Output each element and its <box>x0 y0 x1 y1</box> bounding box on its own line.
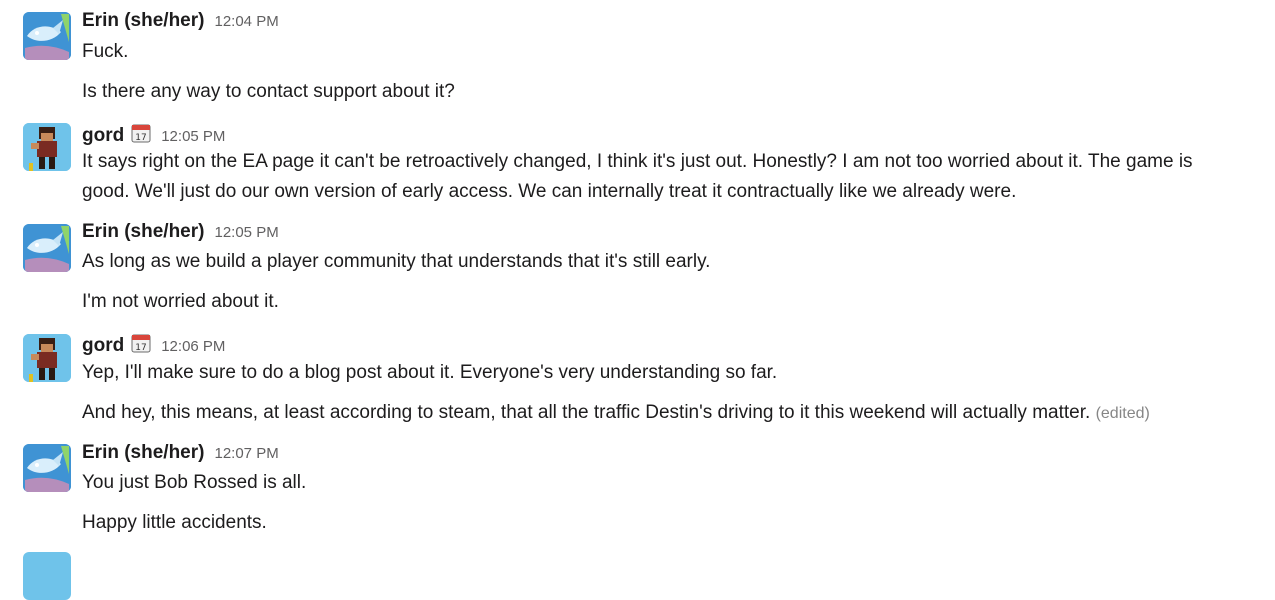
message-header: Erin (she/her) 12:07 PM <box>82 442 279 466</box>
message-header: gord 17 12:06 PM <box>82 331 225 357</box>
avatar[interactable] <box>23 334 71 382</box>
svg-text:17: 17 <box>135 133 146 143</box>
message-text: You just Bob Rossed is all. <box>82 472 307 493</box>
pixel-character-avatar-icon <box>23 123 71 171</box>
fish-avatar-icon <box>23 12 71 60</box>
message-text: As long as we build a player community t… <box>82 251 711 272</box>
message-header: Erin (she/her) 12:04 PM <box>82 10 279 34</box>
timestamp[interactable]: 12:04 PM <box>214 13 278 30</box>
message-header: Erin (she/her) 12:05 PM <box>82 221 279 245</box>
avatar[interactable] <box>23 224 71 272</box>
timestamp[interactable]: 12:05 PM <box>214 224 278 241</box>
avatar[interactable] <box>23 444 71 492</box>
message-text: Yep, I'll make sure to do a blog post ab… <box>82 362 778 383</box>
fish-avatar-icon <box>23 224 71 272</box>
message-text-edited: And hey, this means, at least according … <box>82 398 1150 429</box>
author-name[interactable]: Erin (she/her) <box>82 221 204 243</box>
message-text: It says right on the EA page it can't be… <box>82 151 1193 172</box>
svg-text:17: 17 <box>135 343 146 353</box>
message-text: Happy little accidents. <box>82 512 267 533</box>
fish-avatar-icon <box>23 444 71 492</box>
edited-label: (edited) <box>1095 405 1150 422</box>
message-text: Is there any way to contact support abou… <box>82 81 455 102</box>
message-header: gord 17 12:05 PM <box>82 121 225 147</box>
author-name[interactable]: Erin (she/her) <box>82 442 204 464</box>
author-name[interactable]: Erin (she/her) <box>82 10 204 32</box>
author-name[interactable]: gord <box>82 335 124 357</box>
message-text: And hey, this means, at least according … <box>82 402 1091 423</box>
timestamp[interactable]: 12:07 PM <box>214 445 278 462</box>
timestamp[interactable]: 12:06 PM <box>161 338 225 355</box>
message-text: good. We'll just do our own version of e… <box>82 181 1017 202</box>
avatar[interactable] <box>23 552 71 600</box>
avatar[interactable] <box>23 123 71 171</box>
author-name[interactable]: gord <box>82 125 124 147</box>
avatar[interactable] <box>23 12 71 60</box>
timestamp[interactable]: 12:05 PM <box>161 128 225 145</box>
pixel-character-avatar-icon <box>23 334 71 382</box>
calendar-icon[interactable]: 17 <box>131 123 151 143</box>
calendar-icon[interactable]: 17 <box>131 333 151 353</box>
message-text: Fuck. <box>82 41 129 62</box>
message-text: I'm not worried about it. <box>82 291 279 312</box>
